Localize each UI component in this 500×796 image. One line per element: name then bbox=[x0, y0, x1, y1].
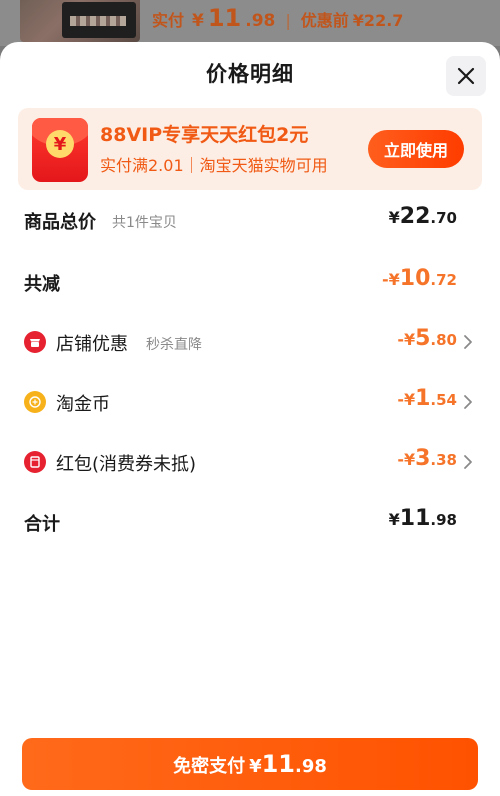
taojinbi-amount: -¥ 1 .54 bbox=[397, 386, 457, 411]
shop-icon bbox=[24, 331, 46, 353]
taojinbi-label: 淘金币 bbox=[56, 394, 110, 415]
goods-count-hint: 共1件宝贝 bbox=[112, 215, 177, 231]
chevron-right-icon[interactable] bbox=[462, 394, 474, 410]
row-grand-total: 合计 ¥ 11 .98 bbox=[0, 502, 500, 542]
row-goods-total: 商品总价 共1件宝贝 ¥ 22 .70 bbox=[0, 200, 500, 240]
gold-coin-icon bbox=[24, 391, 46, 413]
grand-total-label: 合计 bbox=[24, 514, 60, 535]
price-detail-sheet: 价格明细 ¥ 88VIP专享天天红包2元 实付满2.01｜淘宝天猫实物可用 立即… bbox=[0, 42, 500, 796]
password-free-pay-button[interactable]: 免密支付 ¥ 11 .98 bbox=[22, 738, 478, 790]
original-price-label: 优惠前 bbox=[300, 11, 349, 30]
total-reduction-label: 共减 bbox=[24, 274, 60, 295]
row-shop-discount[interactable]: 店铺优惠 秒杀直降 -¥ 5 .80 bbox=[0, 322, 500, 362]
red-packet-amount: -¥ 3 .38 bbox=[397, 446, 457, 471]
promo-title: 88VIP专享天天红包2元 bbox=[100, 124, 309, 146]
vip-red-envelope-banner: ¥ 88VIP专享天天红包2元 实付满2.01｜淘宝天猫实物可用 立即使用 bbox=[18, 108, 482, 190]
chevron-right-icon[interactable] bbox=[462, 334, 474, 350]
row-taojinbi[interactable]: 淘金币 -¥ 1 .54 bbox=[0, 382, 500, 422]
red-packet-icon bbox=[24, 451, 46, 473]
shop-discount-label: 店铺优惠 bbox=[56, 334, 128, 355]
product-thumbnail bbox=[20, 0, 140, 42]
sheet-title: 价格明细 bbox=[206, 62, 294, 86]
use-now-button[interactable]: 立即使用 bbox=[368, 130, 464, 168]
grand-total-amount: ¥ 11 .98 bbox=[388, 506, 457, 531]
red-envelope-icon: ¥ bbox=[32, 118, 88, 182]
promo-subtitle: 实付满2.01｜淘宝天猫实物可用 bbox=[100, 156, 328, 175]
shop-discount-amount: -¥ 5 .80 bbox=[397, 326, 457, 351]
shop-discount-hint: 秒杀直降 bbox=[146, 337, 202, 353]
goods-total-label: 商品总价 bbox=[24, 212, 96, 233]
close-icon bbox=[457, 67, 475, 85]
paid-label: 实付 bbox=[152, 11, 185, 30]
background-order-summary: 实付 ¥ 11 .98 | 优惠前 ¥22.7 bbox=[0, 0, 500, 46]
red-packet-label: 红包(消费券未抵) bbox=[56, 454, 197, 475]
goods-total-amount: ¥ 22 .70 bbox=[388, 204, 457, 229]
background-price: 实付 ¥ 11 .98 | 优惠前 ¥22.7 bbox=[152, 4, 404, 32]
total-reduction-amount: -¥ 10 .72 bbox=[382, 266, 457, 291]
original-price: ¥22.7 bbox=[352, 11, 404, 30]
row-red-packet[interactable]: 红包(消费券未抵) -¥ 3 .38 bbox=[0, 442, 500, 482]
close-button[interactable] bbox=[446, 56, 486, 96]
chevron-right-icon[interactable] bbox=[462, 454, 474, 470]
row-total-reduction: 共减 -¥ 10 .72 bbox=[0, 262, 500, 302]
